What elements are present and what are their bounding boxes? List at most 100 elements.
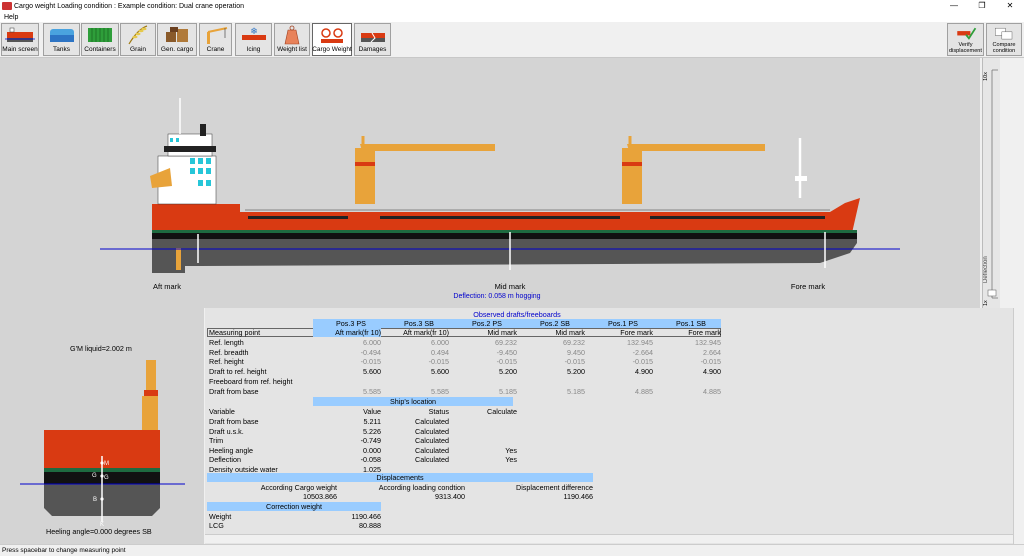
col-pos2sb: Pos.2 SB [540,319,570,328]
draft-cell: 4.885 [703,386,721,396]
verify-displacement-button[interactable]: Verify displacement [947,23,984,56]
deflection-scale-slider[interactable]: 10x Deflection 1x [982,58,1000,308]
table-horizontal-scrollbar[interactable] [205,534,1013,543]
icing-button[interactable]: ❄ Icing [235,23,272,56]
location-row-status[interactable]: Calculated [381,427,449,436]
fore-mark-label: Fore mark [791,282,825,291]
location-title: Ship's location [313,397,513,406]
draft-cell[interactable]: 5.600 [381,367,449,376]
damaged-ship-icon [360,32,385,43]
rudder [176,248,181,270]
draft-cell[interactable]: 4.900 [585,367,653,376]
toolbar: Main screen Tanks Containers Grain Gen. … [0,22,1024,58]
draft-cell: -9.450 [496,347,517,357]
measuring-point-select[interactable]: Aft mark(fr 10) [313,328,381,337]
location-row-status[interactable]: Calculated [381,436,449,445]
draft-cell[interactable]: 5.600 [313,367,381,376]
crane-icon [206,27,227,44]
crane-fwd [622,148,642,204]
ship-profile-drawing: Aft mark Mid mark Fore mark Deflection: … [100,98,900,300]
g-point-label: G [92,473,97,479]
measuring-point-select[interactable]: Mid mark [517,328,585,337]
draft-row-label: Draft from base [209,386,259,396]
draft-cell: 69.232 [563,338,585,347]
draft-cell: 132.945 [627,338,653,347]
correction-title: Correction weight [207,502,381,511]
containers-button[interactable]: Containers [81,23,119,56]
weight-icon [284,25,300,45]
draft-cell: -0.015 [564,357,585,367]
crane-button[interactable]: Crane [199,23,232,56]
location-row-label: Heeling angle [209,445,253,455]
draft-row-label: Ref. height [209,357,244,367]
compare-condition-button[interactable]: Compare condition [986,23,1022,56]
measuring-point-select[interactable]: Fore mark [653,328,721,337]
grain-button[interactable]: Grain [120,23,156,56]
draft-row-label: Draft to ref. height [209,367,267,377]
ship-profile-view[interactable]: Aft mark Mid mark Fore mark Deflection: … [0,58,980,308]
draft-cell: 9.450 [567,347,585,357]
location-header-variable: Variable [209,407,235,416]
weight-list-button[interactable]: Weight list [274,23,310,56]
hull-stripe-green [152,230,857,233]
draft-cell: 132.945 [695,338,721,347]
draft-cell: 4.885 [635,386,653,396]
location-header-calculate: Calculate [487,407,517,416]
draft-cell[interactable]: 5.200 [517,367,585,376]
col-pos1sb: Pos.1 SB [676,319,706,328]
draft-cell: -2.664 [632,347,653,357]
location-row-status[interactable]: Calculated [381,455,449,464]
app-icon [2,2,12,10]
draft-cell: 6.000 [431,338,449,347]
mid-mark-label: Mid mark [495,282,526,291]
location-header-status: Status [428,407,449,416]
location-row-value: 0.000 [363,445,381,455]
scale-axis-label: Deflection [983,256,989,283]
draft-cell: -0.015 [700,357,721,367]
location-row-status[interactable]: Calculated [381,446,449,455]
close-button[interactable]: ✕ [996,0,1024,12]
location-row-calculate[interactable]: Yes [449,455,517,464]
draft-cell: -0.015 [428,357,449,367]
restore-button[interactable]: ❐ [968,0,996,12]
location-row-status[interactable]: Calculated [381,417,449,426]
cargo-weight-table: Observed drafts/freeboards Pos.3 PS Pos.… [205,308,1013,544]
location-row-label: Deflection [209,455,241,464]
gen-cargo-button[interactable]: Gen. cargo [157,23,197,56]
correction-weight-label: Weight [209,512,232,521]
disp-value-cargo: 10503.866 [303,492,337,501]
cargo-weight-button[interactable]: Cargo Weight [312,23,352,56]
status-bar: Press spacebar to change measuring point [0,544,1024,555]
location-row-value: -0.749 [360,436,381,445]
deflection-label: Deflection: 0.058 m hogging [453,293,540,300]
grain-icon [128,25,148,45]
tanks-button[interactable]: Tanks [43,23,80,56]
cargo-box-icon [166,27,188,42]
compare-icon [995,27,1013,40]
draft-cell[interactable]: 5.200 [449,367,517,376]
disp-header-difference: Displacement difference [516,483,593,492]
minimize-button[interactable]: — [940,0,968,12]
measuring-point-select[interactable]: Aft mark(fr 10) [381,328,449,337]
location-header-value: Value [363,407,381,416]
damages-button[interactable]: Damages [354,23,391,56]
table-vertical-scrollbar[interactable] [1013,308,1024,544]
gm-point-label: G [104,475,109,481]
status-text: Press spacebar to change measuring point [2,547,126,554]
location-row-label: Draft from base [209,417,259,426]
measuring-point-select[interactable]: Fore mark [585,328,653,337]
location-row-value: 5.211 [363,417,381,426]
location-row-label: Trim [209,436,224,445]
location-row-calculate[interactable]: Yes [449,446,517,455]
draft-cell: 2.664 [703,347,721,357]
measuring-point-label: Measuring point [209,328,261,337]
snowflake-icon: ❄ [241,27,266,40]
measuring-point-select[interactable]: Mid mark [449,328,517,337]
lower-panel: G'M liquid=2.002 m M G G B K Heeling ang… [0,308,1024,544]
menu-help[interactable]: Help [0,14,18,21]
b-point-label: B [93,497,97,503]
right-scrollbar[interactable] [1002,58,1024,308]
main-screen-button[interactable]: Main screen [1,23,39,56]
draft-cell[interactable]: 4.900 [653,367,721,376]
draft-cell: 6.000 [363,338,381,347]
